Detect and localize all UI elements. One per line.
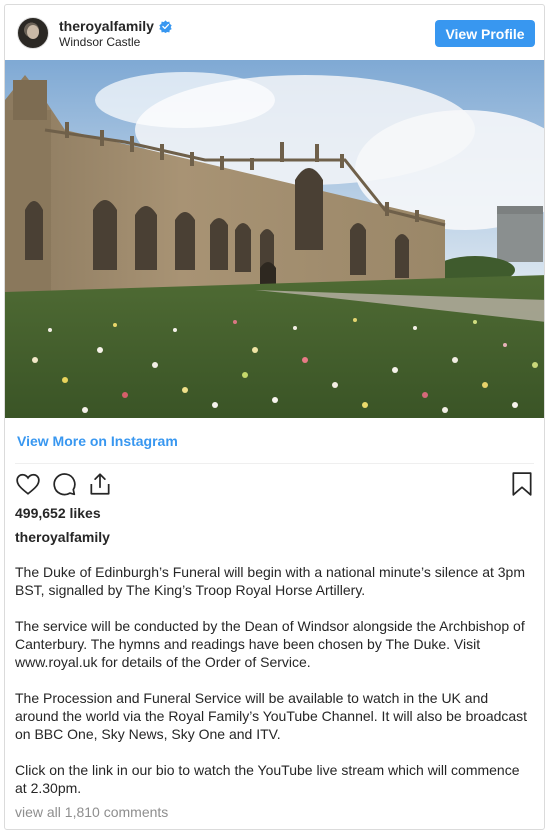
comment-bubble-icon[interactable] bbox=[51, 471, 77, 497]
verified-badge-icon bbox=[159, 19, 172, 33]
post-image[interactable] bbox=[5, 60, 544, 418]
bookmark-icon[interactable] bbox=[509, 471, 535, 497]
instagram-embed-card: theroyalfamily Windsor Castle View Profi… bbox=[4, 4, 545, 830]
caption-text: The Duke of Edinburgh’s Funeral will beg… bbox=[15, 563, 535, 815]
view-all-comments-link[interactable]: view all 1,810 comments bbox=[15, 804, 168, 820]
username-row: theroyalfamily bbox=[59, 17, 172, 35]
location-label[interactable]: Windsor Castle bbox=[59, 35, 140, 49]
post-header: theroyalfamily Windsor Castle View Profi… bbox=[5, 5, 544, 62]
post-photo bbox=[5, 60, 544, 418]
caption-paragraph: Click on the link in our bio to watch th… bbox=[15, 762, 520, 796]
caption-paragraph: The Duke of Edinburgh’s Funeral will beg… bbox=[15, 564, 525, 598]
heart-icon[interactable] bbox=[15, 471, 41, 497]
caption-paragraph: The service will be conducted by the Dea… bbox=[15, 618, 525, 670]
likes-count[interactable]: 499,652 likes bbox=[15, 505, 101, 521]
view-more-link[interactable]: View More on Instagram bbox=[17, 433, 178, 449]
caption-paragraph: The Procession and Funeral Service will … bbox=[15, 690, 528, 742]
username[interactable]: theroyalfamily bbox=[59, 18, 154, 34]
caption-username[interactable]: theroyalfamily bbox=[15, 529, 110, 545]
divider bbox=[15, 463, 534, 464]
share-icon[interactable] bbox=[87, 471, 113, 497]
profile-avatar[interactable] bbox=[17, 17, 49, 49]
view-profile-button[interactable]: View Profile bbox=[435, 20, 535, 47]
